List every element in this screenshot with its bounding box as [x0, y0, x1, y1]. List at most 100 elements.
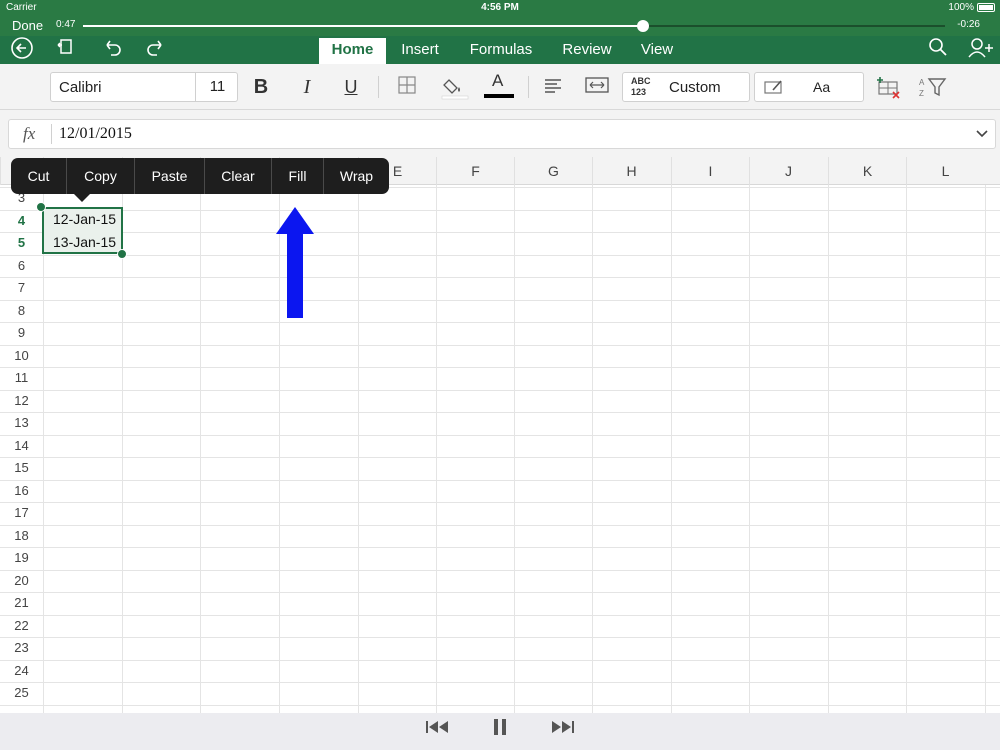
- row-header-14[interactable]: 14: [0, 438, 43, 453]
- tab-insert[interactable]: Insert: [392, 38, 448, 64]
- row-header-23[interactable]: 23: [0, 640, 43, 655]
- column-gridline: [906, 185, 907, 713]
- toolbar-divider: [378, 76, 379, 98]
- selection-handle-end[interactable]: [117, 249, 127, 259]
- status-bar: Carrier 4:56 PM 100%: [0, 0, 1000, 16]
- column-gridline: [122, 185, 123, 713]
- row-header-21[interactable]: 21: [0, 595, 43, 610]
- row-header-8[interactable]: 8: [0, 303, 43, 318]
- borders-icon[interactable]: [392, 74, 422, 100]
- row-header-19[interactable]: 19: [0, 550, 43, 565]
- chevron-down-icon[interactable]: [975, 123, 989, 147]
- annotation-arrow-shaft: [287, 232, 303, 318]
- row-header-6[interactable]: 6: [0, 258, 43, 273]
- tab-home[interactable]: Home: [319, 38, 386, 64]
- back-icon[interactable]: [6, 36, 38, 64]
- font-color-icon[interactable]: A: [484, 71, 514, 100]
- align-left-icon[interactable]: [538, 74, 568, 100]
- spreadsheet-grid[interactable]: EFGHIJKL 3 4 5 6 7 8 9 10 11 12 13 14 15 16 17 18 19 20 21…: [0, 157, 1000, 713]
- row-header-18[interactable]: 18: [0, 528, 43, 543]
- row-header-7[interactable]: 7: [0, 280, 43, 295]
- tab-formulas[interactable]: Formulas: [462, 38, 540, 64]
- row-header-5[interactable]: 5: [0, 235, 43, 250]
- row-header-12[interactable]: 12: [0, 393, 43, 408]
- insert-delete-cells-icon[interactable]: [872, 74, 904, 100]
- battery-percent: 100%: [948, 2, 974, 13]
- merge-cells-icon[interactable]: [582, 74, 612, 100]
- selection-range: [42, 207, 123, 254]
- undo-icon[interactable]: [96, 36, 128, 64]
- column-header-h[interactable]: H: [592, 157, 670, 185]
- row-gridline: [0, 614, 1000, 616]
- tab-review[interactable]: Review: [554, 38, 620, 64]
- font-size-picker[interactable]: 11: [195, 73, 239, 101]
- column-header-i[interactable]: I: [671, 157, 749, 185]
- row-header-20[interactable]: 20: [0, 573, 43, 588]
- redo-icon[interactable]: [140, 36, 172, 64]
- column-header-f[interactable]: F: [436, 157, 514, 185]
- video-player-bar: Done 0:47 -0:26: [0, 16, 1000, 36]
- font-name: Calibri: [59, 79, 102, 96]
- cell-styles-picker[interactable]: Aa: [754, 72, 864, 102]
- menu-item-copy[interactable]: Copy: [67, 158, 135, 194]
- svg-text:A: A: [919, 78, 925, 87]
- row-gridline: [0, 637, 1000, 638]
- font-picker[interactable]: Calibri 11: [50, 72, 238, 102]
- row-header-13[interactable]: 13: [0, 415, 43, 430]
- row-header-25[interactable]: 25: [0, 685, 43, 700]
- row-gridline: [0, 299, 1000, 301]
- row-header-9[interactable]: 9: [0, 325, 43, 340]
- row-gridline: [0, 254, 1000, 256]
- font-color-swatch: [484, 94, 514, 98]
- row-header-22[interactable]: 22: [0, 618, 43, 633]
- bold-button[interactable]: B: [246, 74, 276, 100]
- row-gridline: [0, 659, 1000, 661]
- menu-item-clear[interactable]: Clear: [205, 158, 272, 194]
- row-header-10[interactable]: 10: [0, 348, 43, 363]
- pause-icon[interactable]: [480, 717, 520, 745]
- menu-item-wrap[interactable]: Wrap: [324, 158, 389, 194]
- home-toolbar: Calibri 11 B I U A ABC 123 Custom Aa A Z: [0, 64, 1000, 110]
- row-header-17[interactable]: 17: [0, 505, 43, 520]
- column-header-l[interactable]: L: [906, 157, 984, 185]
- column-header-j[interactable]: J: [749, 157, 827, 185]
- column-gridline: [358, 185, 359, 713]
- row-gridline: [0, 389, 1000, 391]
- scrubber[interactable]: [83, 20, 945, 32]
- menu-item-paste[interactable]: Paste: [135, 158, 205, 194]
- selection-handle-start[interactable]: [36, 202, 46, 212]
- row-header-4[interactable]: 4: [0, 213, 43, 228]
- formula-input[interactable]: fx 12/01/2015: [8, 119, 996, 149]
- screen: Carrier 4:56 PM 100% Done 0:47 -0:26 Hom…: [0, 0, 1000, 750]
- tab-view[interactable]: View: [632, 38, 682, 64]
- done-button[interactable]: Done: [12, 18, 43, 33]
- column-gridline: [749, 185, 750, 713]
- underline-button[interactable]: U: [336, 74, 366, 100]
- italic-button[interactable]: I: [292, 74, 322, 100]
- column-gridline: [200, 185, 201, 713]
- column-gridline: [828, 185, 829, 713]
- row-header-11[interactable]: 11: [0, 370, 43, 385]
- search-icon[interactable]: [922, 36, 954, 64]
- menu-item-cut[interactable]: Cut: [11, 158, 67, 194]
- row-header-15[interactable]: 15: [0, 460, 43, 475]
- ribbon-header: Home Insert Formulas Review View: [0, 36, 1000, 64]
- row-header-16[interactable]: 16: [0, 483, 43, 498]
- file-icon[interactable]: [50, 36, 82, 64]
- row-gridline: [0, 457, 1000, 458]
- skip-back-icon[interactable]: [418, 717, 458, 745]
- menu-item-fill[interactable]: Fill: [272, 158, 324, 194]
- sort-filter-icon[interactable]: AZ: [916, 74, 950, 100]
- fill-color-icon[interactable]: [438, 74, 470, 100]
- row-header-24[interactable]: 24: [0, 663, 43, 678]
- skip-forward-icon[interactable]: [542, 717, 582, 745]
- column-header-divider: [0, 157, 1, 185]
- number-format-label: Custom: [669, 79, 721, 96]
- column-header-k[interactable]: K: [828, 157, 906, 185]
- share-icon[interactable]: [964, 36, 996, 64]
- scrubber-thumb[interactable]: [637, 20, 650, 32]
- number-format-picker[interactable]: ABC 123 Custom: [622, 72, 750, 102]
- row-gridline: [0, 232, 1000, 233]
- context-menu: Cut Copy Paste Clear Fill Wrap: [11, 158, 389, 194]
- column-header-g[interactable]: G: [514, 157, 592, 185]
